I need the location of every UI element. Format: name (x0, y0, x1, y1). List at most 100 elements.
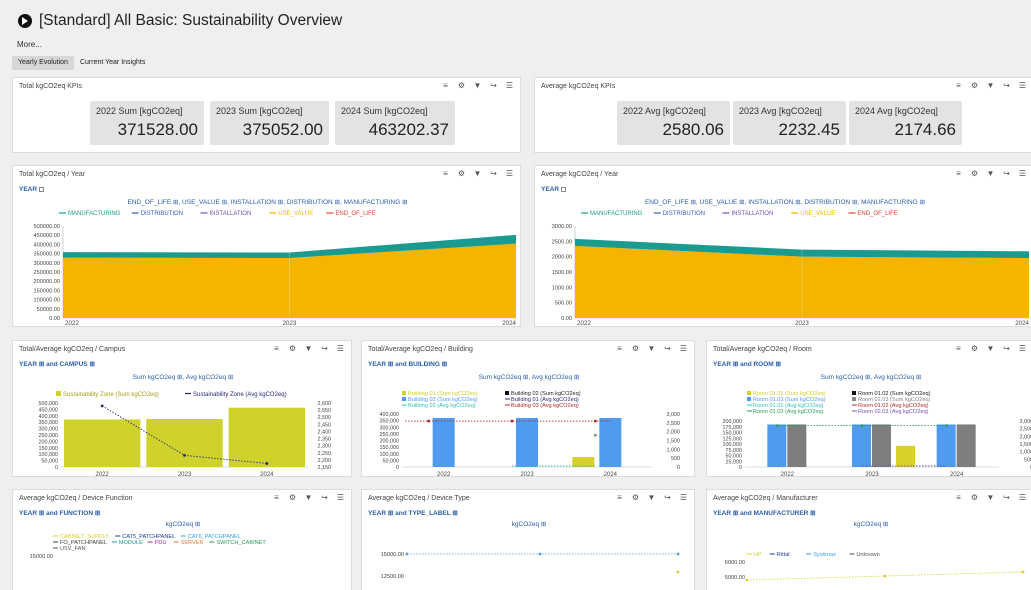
dimension-label[interactable]: YEAR ⊞ and BUILDING ⊞ (368, 360, 447, 368)
dimension-label[interactable]: YEAR ⊞ and TYPE_LABEL ⊞ (368, 509, 458, 517)
sliders-icon[interactable]: ≡ (954, 81, 963, 91)
share-icon[interactable]: ↪ (1002, 169, 1011, 179)
filter-icon[interactable]: ▼ (986, 169, 995, 179)
dimension-label[interactable]: YEAR (541, 186, 559, 193)
layers-icon[interactable]: ☰ (336, 344, 345, 354)
share-icon[interactable]: ↪ (320, 493, 329, 503)
y-tick-label: 400000.00 (34, 242, 60, 248)
panel-title: Total/Average kgCO2eq / Room (713, 346, 812, 353)
kpi-value: 2232.45 (778, 120, 840, 139)
bar (228, 407, 305, 467)
dimension-label[interactable]: YEAR ⊞ and ROOM ⊞ (713, 360, 781, 368)
chart-title: kgCO2eq ⊞ (853, 521, 889, 528)
dimension-label[interactable]: YEAR ⊞ and CAMPUS ⊞ (19, 360, 95, 368)
share-icon[interactable]: ↪ (489, 169, 498, 179)
gear-icon[interactable]: ⚙ (970, 81, 979, 91)
sliders-icon[interactable]: ≡ (615, 344, 624, 354)
layers-icon[interactable]: ☰ (336, 493, 345, 503)
layers-icon[interactable]: ☰ (679, 344, 688, 354)
sliders-icon[interactable]: ≡ (615, 493, 624, 503)
y-tick-label: 350000.00 (34, 252, 60, 258)
y2-tick-label: 0 (677, 465, 680, 471)
y-tick-label: 12500.00 (381, 574, 404, 580)
more-link[interactable]: More... (17, 40, 42, 49)
bar (767, 424, 787, 467)
filter-icon[interactable]: ▼ (473, 81, 482, 91)
sliders-icon[interactable]: ≡ (441, 169, 450, 179)
gear-icon[interactable]: ⚙ (970, 493, 979, 503)
data-point (265, 462, 269, 465)
y-tick-label: 5000.00 (725, 575, 745, 581)
sliders-icon[interactable]: ≡ (272, 344, 281, 354)
tab-bar: Yearly Evolution Current Year Insights (12, 56, 151, 70)
layers-icon[interactable]: ☰ (1018, 344, 1027, 354)
share-icon[interactable]: ↪ (663, 344, 672, 354)
filter-icon[interactable]: ▼ (647, 344, 656, 354)
sliders-icon[interactable]: ≡ (954, 344, 963, 354)
y2-tick-label: 2,500 (318, 415, 332, 421)
gear-icon[interactable]: ⚙ (288, 344, 297, 354)
tab-current-year-insights[interactable]: Current Year Insights (74, 56, 151, 70)
gear-icon[interactable]: ⚙ (457, 81, 466, 91)
legend-swatch (747, 391, 751, 395)
kpi-card: 2022 Avg [kgCO2eq] 2580.06 (617, 101, 730, 145)
dimension-label[interactable]: YEAR (19, 186, 37, 193)
tab-yearly-evolution[interactable]: Yearly Evolution (12, 56, 74, 70)
dashboard: [Standard] All Basic: Sustainability Ove… (0, 0, 1031, 590)
dimension-label[interactable]: YEAR ⊞ and FUNCTION ⊞ (19, 509, 100, 517)
share-icon[interactable]: ↪ (1002, 493, 1011, 503)
y-tick-label: 3000.00 (552, 224, 572, 230)
layers-icon[interactable]: ☰ (1018, 81, 1027, 91)
kpi-value: 463202.37 (368, 120, 449, 139)
layers-icon[interactable]: ☰ (505, 81, 514, 91)
kpi-label: 2022 Sum [kgCO2eq] (96, 106, 183, 116)
filter-icon[interactable]: ▼ (473, 169, 482, 179)
layers-icon[interactable]: ☰ (1018, 169, 1027, 179)
bar (956, 424, 976, 467)
filter-icon[interactable]: ▼ (986, 81, 995, 91)
legend-label: USE_VALUE (278, 211, 313, 217)
chart-title: END_OF_LIFE ⊞, USE_VALUE ⊞, INSTALLATION… (644, 199, 926, 206)
bar (872, 424, 891, 467)
layers-icon[interactable]: ☰ (505, 169, 514, 179)
filter-icon[interactable]: ▼ (647, 493, 656, 503)
sliders-icon[interactable]: ≡ (272, 493, 281, 503)
y2-tick-label: 1,500 (1020, 442, 1031, 448)
data-point (945, 424, 949, 427)
gear-icon[interactable]: ⚙ (631, 344, 640, 354)
layers-icon[interactable]: ☰ (679, 493, 688, 503)
sliders-icon[interactable]: ≡ (954, 493, 963, 503)
gear-icon[interactable]: ⚙ (970, 169, 979, 179)
bar (572, 457, 595, 467)
filter-icon[interactable]: ▼ (304, 493, 313, 503)
filter-icon[interactable]: ▼ (986, 344, 995, 354)
share-icon[interactable]: ↪ (320, 344, 329, 354)
filter-icon[interactable]: ▼ (304, 344, 313, 354)
gear-icon[interactable]: ⚙ (288, 493, 297, 503)
share-icon[interactable]: ↪ (663, 493, 672, 503)
x-tick-label: 2023 (178, 472, 192, 477)
room-chart: Room 01.01 (Sum kgCO2eq) Room 01.02 (Sum … (723, 391, 1031, 476)
layers-icon[interactable]: ☰ (1018, 493, 1027, 503)
x-tick-label: 2022 (437, 472, 451, 477)
gear-icon[interactable]: ⚙ (970, 344, 979, 354)
share-icon[interactable]: ↪ (1002, 81, 1011, 91)
campus-panel: Total/Average kgCO2eq / Campus ≡ ⚙ ▼ ↪ ☰ YEA… (12, 340, 352, 477)
dashboard-title: [Standard] All Basic: Sustainability Ove… (39, 12, 343, 29)
sliders-icon[interactable]: ≡ (441, 81, 450, 91)
share-icon[interactable]: ↪ (489, 81, 498, 91)
device-type-panel: Average kgCO2eq / Device Type ≡ ⚙ ▼ ↪ ☰ YEAR… (361, 489, 695, 590)
kpi-card: 2023 Avg [kgCO2eq] 2232.45 (733, 101, 846, 145)
y-tick-label: 0 (55, 465, 58, 471)
gear-icon[interactable]: ⚙ (457, 169, 466, 179)
y2-tick-label: 2,500 (1020, 427, 1031, 433)
share-icon[interactable]: ↪ (1002, 344, 1011, 354)
dimension-label[interactable]: YEAR ⊞ and MANUFACTURER ⊞ (713, 509, 816, 517)
filter-icon[interactable]: ▼ (986, 493, 995, 503)
y2-tick-label: 2,350 (318, 437, 332, 443)
y-tick-label: 50000.00 (37, 307, 60, 313)
legend-label: END_OF_LIFE (335, 211, 375, 217)
gear-icon[interactable]: ⚙ (631, 493, 640, 503)
sliders-icon[interactable]: ≡ (954, 169, 963, 179)
y-tick-label: 150000.00 (34, 288, 60, 294)
